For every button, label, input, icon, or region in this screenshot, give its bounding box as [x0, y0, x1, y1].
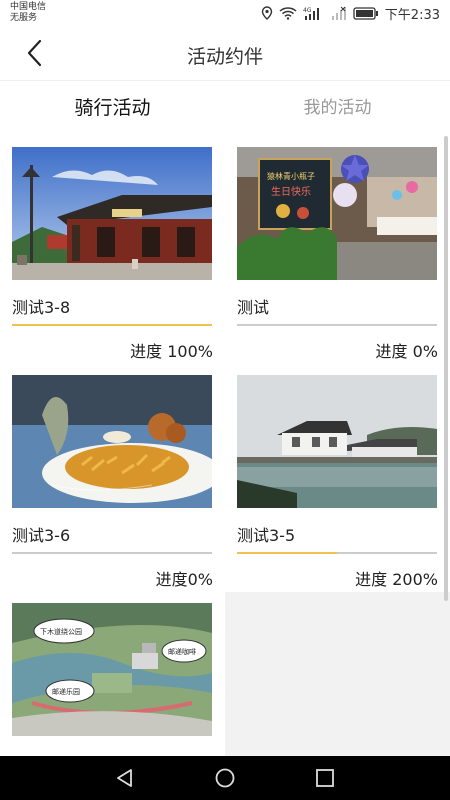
- wifi-icon: [279, 7, 297, 20]
- chalkboard-text: 生日快乐: [271, 185, 311, 198]
- progress-text: 进度 100%: [130, 342, 213, 361]
- signal-empty-icon: [331, 6, 346, 20]
- progress-bar: [237, 324, 437, 326]
- activity-card[interactable]: 测试3-8 进度 100%: [0, 136, 225, 364]
- system-nav-bar: [0, 756, 450, 800]
- clock: 下午2:33: [384, 7, 440, 23]
- activity-image: [12, 147, 212, 280]
- carrier-name: 中国电信: [10, 2, 47, 12]
- app-header: 活动约伴: [0, 26, 450, 81]
- activity-card[interactable]: 下木道绕公园 邮递咖啡 邮递乐园: [0, 592, 225, 756]
- activity-card[interactable]: 测试3-5 进度 200%: [225, 364, 450, 592]
- nav-back-icon[interactable]: [113, 766, 137, 790]
- progress-text: 进度 0%: [375, 342, 438, 361]
- status-bar: 中国电信 无服务 4G 下午2:33: [0, 0, 450, 26]
- progress-fill: [12, 324, 212, 326]
- signal-4g-icon: 4G: [303, 7, 319, 20]
- service-status: 无服务: [10, 13, 38, 23]
- progress-text: 进度0%: [155, 570, 213, 589]
- tab-my-activities[interactable]: 我的活动: [225, 81, 450, 136]
- nav-recents-icon[interactable]: [313, 766, 337, 790]
- activity-name: 测试3-5: [237, 526, 296, 545]
- activity-card[interactable]: 猿林青小瓶子 生日快乐 测试 进度 0%: [225, 136, 450, 364]
- tab-bar: 骑行活动 我的活动: [0, 81, 450, 215]
- activity-image: 下木道绕公园 邮递咖啡 邮递乐园: [12, 603, 212, 736]
- activity-name: 测试3-6: [12, 526, 71, 545]
- activity-name: 测试3-8: [12, 298, 71, 317]
- activity-image: [12, 375, 212, 508]
- progress-bar: [237, 552, 437, 554]
- page-title: 活动约伴: [186, 46, 263, 68]
- activity-image: [237, 375, 437, 508]
- status-icons: 4G 下午2:33: [261, 4, 440, 23]
- scrollbar[interactable]: [444, 136, 448, 601]
- carrier-info: 中国电信 无服务: [10, 2, 46, 24]
- map-label: 邮递乐园: [52, 687, 80, 696]
- chalkboard-text: 猿林青小瓶子: [267, 171, 315, 181]
- svg-text:4G: 4G: [303, 7, 312, 14]
- map-label: 邮递咖啡: [168, 647, 196, 656]
- location-icon: [261, 6, 272, 20]
- activity-image: 猿林青小瓶子 生日快乐: [237, 147, 437, 280]
- map-label: 下木道绕公园: [40, 627, 82, 636]
- battery-icon: [353, 6, 378, 20]
- activity-grid: 测试3-8 进度 100% 猿林青小瓶子 生日快乐 测试 进度 0% 测试3-6…: [0, 136, 450, 756]
- progress-bar: [12, 552, 212, 554]
- activity-name: 测试: [237, 298, 270, 317]
- progress-fill: [237, 552, 337, 554]
- activity-card[interactable]: 测试3-6 进度0%: [0, 364, 225, 592]
- progress-bar: [12, 324, 212, 326]
- progress-text: 进度 200%: [355, 570, 438, 589]
- nav-home-icon[interactable]: [213, 766, 237, 790]
- tab-riding-activities[interactable]: 骑行活动: [0, 81, 225, 136]
